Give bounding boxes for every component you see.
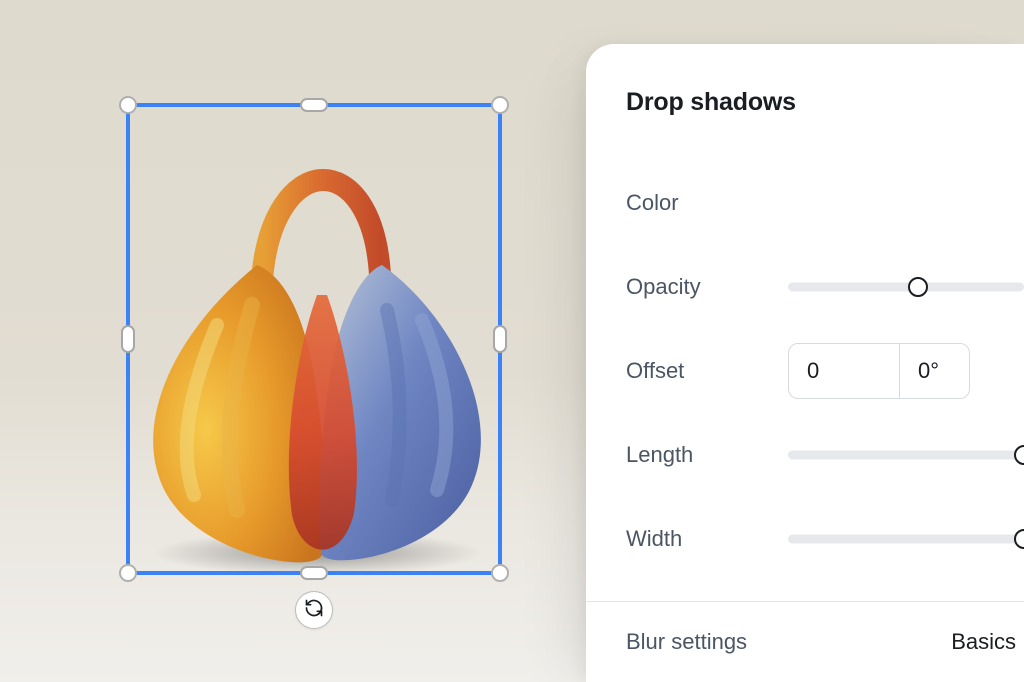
color-label: Color bbox=[626, 190, 788, 216]
blur-settings-row: Blur settings Basics bbox=[626, 602, 1024, 682]
width-slider[interactable] bbox=[788, 529, 1024, 549]
selection-bounding-box[interactable] bbox=[126, 103, 502, 575]
slider-track bbox=[788, 534, 1024, 543]
resize-handle-bottom-left[interactable] bbox=[119, 564, 137, 582]
width-label: Width bbox=[626, 526, 788, 552]
slider-thumb[interactable] bbox=[908, 277, 928, 297]
editor-stage: Drop shadows Color Opacity Offset 0 0° bbox=[0, 0, 1024, 682]
offset-input-group: 0 0° bbox=[788, 343, 970, 399]
color-row: Color bbox=[626, 161, 1024, 245]
opacity-label: Opacity bbox=[626, 274, 788, 300]
rotate-icon bbox=[304, 598, 324, 623]
width-row: Width bbox=[626, 497, 1024, 581]
resize-handle-right[interactable] bbox=[493, 325, 507, 353]
blur-mode-toggle[interactable]: Basics bbox=[951, 629, 1016, 655]
resize-handle-left[interactable] bbox=[121, 325, 135, 353]
opacity-row: Opacity bbox=[626, 245, 1024, 329]
drop-shadows-panel: Drop shadows Color Opacity Offset 0 0° bbox=[586, 44, 1024, 682]
opacity-slider[interactable] bbox=[788, 277, 1024, 297]
slider-track bbox=[788, 282, 1024, 291]
rotate-button[interactable] bbox=[295, 591, 333, 629]
resize-handle-bottom[interactable] bbox=[300, 566, 328, 580]
resize-handle-top-left[interactable] bbox=[119, 96, 137, 114]
resize-handle-top[interactable] bbox=[300, 98, 328, 112]
blur-settings-label: Blur settings bbox=[626, 629, 747, 655]
slider-thumb[interactable] bbox=[1014, 529, 1024, 549]
slider-thumb[interactable] bbox=[1014, 445, 1024, 465]
length-row: Length bbox=[626, 413, 1024, 497]
offset-label: Offset bbox=[626, 358, 788, 384]
offset-distance-input[interactable]: 0 bbox=[789, 344, 899, 398]
offset-angle-input[interactable]: 0° bbox=[899, 344, 969, 398]
offset-row: Offset 0 0° bbox=[626, 329, 1024, 413]
length-label: Length bbox=[626, 442, 788, 468]
slider-track bbox=[788, 450, 1024, 459]
resize-handle-top-right[interactable] bbox=[491, 96, 509, 114]
panel-title: Drop shadows bbox=[626, 88, 1024, 117]
length-slider[interactable] bbox=[788, 445, 1024, 465]
resize-handle-bottom-right[interactable] bbox=[491, 564, 509, 582]
